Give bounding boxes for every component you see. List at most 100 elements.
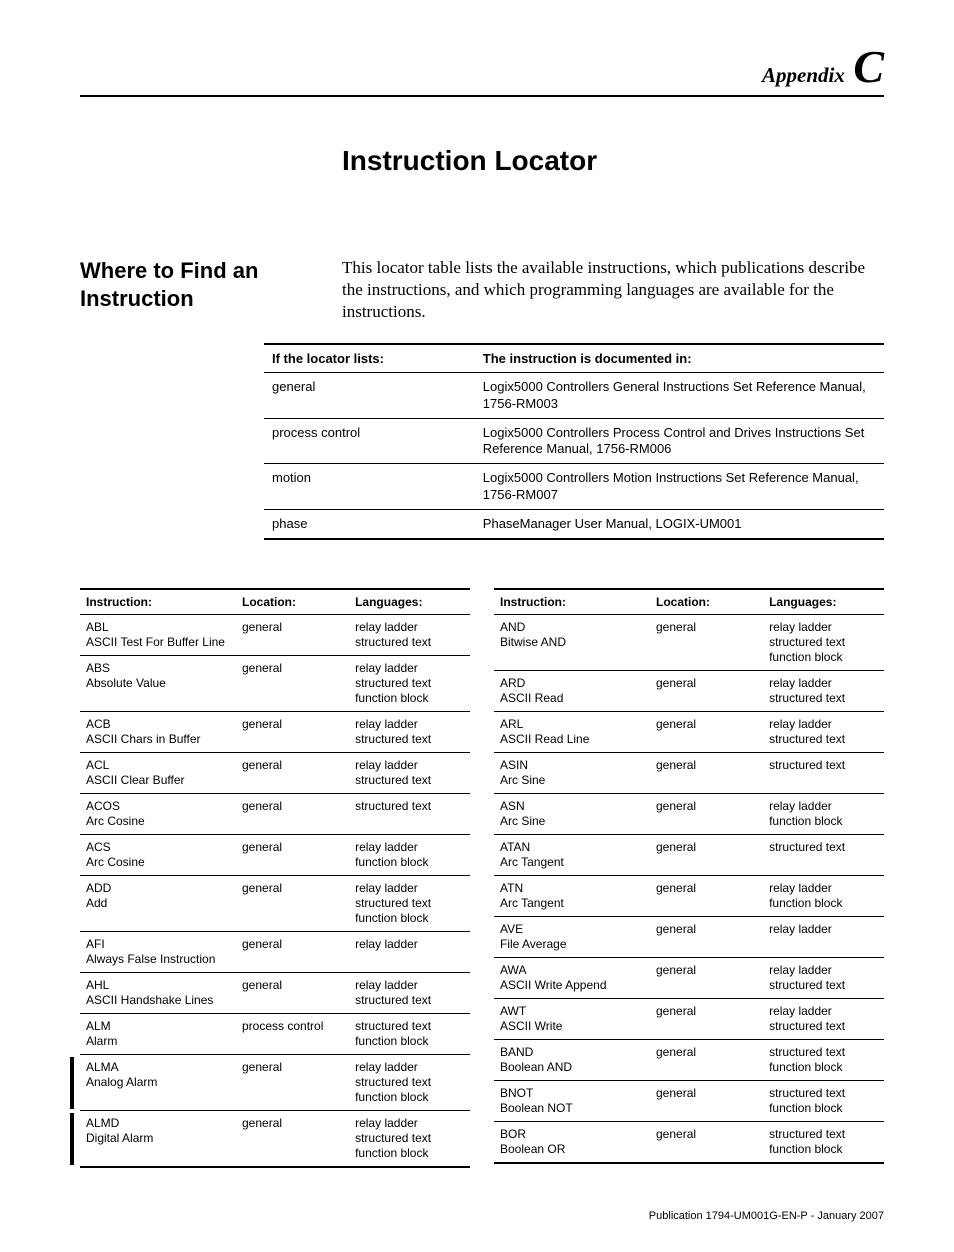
instruction-cell: ACL ASCII Clear Buffer bbox=[80, 753, 236, 794]
table-row: ATN Arc Tangentgeneralrelay ladder funct… bbox=[494, 876, 884, 917]
change-bar-icon bbox=[70, 1057, 74, 1109]
instruction-cell: ABS Absolute Value bbox=[80, 656, 236, 712]
languages-cell: relay ladder bbox=[349, 932, 470, 973]
locator-value: Logix5000 Controllers General Instructio… bbox=[475, 373, 884, 419]
location-cell: process control bbox=[236, 1014, 349, 1055]
publication-footer: Publication 1794-UM001G-EN-P - January 2… bbox=[80, 1210, 884, 1222]
instruction-cell: AWA ASCII Write Append bbox=[494, 958, 650, 999]
languages-cell: relay ladder structured text function bl… bbox=[349, 1055, 470, 1111]
locator-col2-header: The instruction is documented in: bbox=[475, 344, 884, 373]
table-row: ABL ASCII Test For Buffer Linegeneralrel… bbox=[80, 615, 470, 656]
instruction-cell: BOR Boolean OR bbox=[494, 1122, 650, 1164]
instruction-cell: ACS Arc Cosine bbox=[80, 835, 236, 876]
locator-value: Logix5000 Controllers Motion Instruction… bbox=[475, 464, 884, 510]
section-heading: Where to Find an Instruction bbox=[80, 257, 342, 323]
table-row: AVE File Averagegeneralrelay ladder bbox=[494, 917, 884, 958]
location-cell: general bbox=[650, 794, 763, 835]
instruction-cell: ALMD Digital Alarm bbox=[80, 1111, 236, 1168]
table-row: ASIN Arc Sinegeneralstructured text bbox=[494, 753, 884, 794]
languages-cell: structured text function block bbox=[763, 1040, 884, 1081]
locator-key: process control bbox=[264, 418, 475, 464]
languages-cell: relay ladder structured text bbox=[763, 671, 884, 712]
instruction-cell: ASN Arc Sine bbox=[494, 794, 650, 835]
instruction-cell: AND Bitwise AND bbox=[494, 615, 650, 671]
locator-key: general bbox=[264, 373, 475, 419]
table-row: ALM Alarmprocess controlstructured text … bbox=[80, 1014, 470, 1055]
instruction-table-left: Instruction: Location: Languages: ABL AS… bbox=[80, 588, 470, 1168]
instruction-cell: ADD Add bbox=[80, 876, 236, 932]
instruction-tables-row: Instruction: Location: Languages: ABL AS… bbox=[80, 588, 884, 1168]
languages-cell: relay ladder structured text bbox=[349, 973, 470, 1014]
location-cell: general bbox=[236, 932, 349, 973]
languages-cell: relay ladder structured text function bl… bbox=[349, 876, 470, 932]
instruction-cell: AFI Always False Instruction bbox=[80, 932, 236, 973]
table-row: ADD Addgeneralrelay ladder structured te… bbox=[80, 876, 470, 932]
languages-cell: structured text function block bbox=[763, 1081, 884, 1122]
locator-key: motion bbox=[264, 464, 475, 510]
languages-cell: relay ladder function block bbox=[349, 835, 470, 876]
chapter-title: Instruction Locator bbox=[342, 145, 884, 177]
locator-row: generalLogix5000 Controllers General Ins… bbox=[264, 373, 884, 419]
instr-header-instruction: Instruction: bbox=[494, 589, 650, 615]
table-row: ACB ASCII Chars in Buffergeneralrelay la… bbox=[80, 712, 470, 753]
languages-cell: relay ladder structured text bbox=[349, 712, 470, 753]
location-cell: general bbox=[236, 753, 349, 794]
intro-text: This locator table lists the available i… bbox=[342, 257, 884, 323]
instruction-cell: ASIN Arc Sine bbox=[494, 753, 650, 794]
table-row: ALMA Analog Alarmgeneralrelay ladder str… bbox=[80, 1055, 470, 1111]
languages-cell: structured text bbox=[763, 753, 884, 794]
instruction-cell: ACOS Arc Cosine bbox=[80, 794, 236, 835]
locator-lookup-table: If the locator lists: The instruction is… bbox=[264, 343, 884, 540]
table-row: ACOS Arc Cosinegeneralstructured text bbox=[80, 794, 470, 835]
languages-cell: structured text bbox=[349, 794, 470, 835]
table-row: AHL ASCII Handshake Linesgeneralrelay la… bbox=[80, 973, 470, 1014]
locator-col1-header: If the locator lists: bbox=[264, 344, 475, 373]
instruction-cell: AWT ASCII Write bbox=[494, 999, 650, 1040]
languages-cell: relay ladder structured text bbox=[349, 753, 470, 794]
locator-value: Logix5000 Controllers Process Control an… bbox=[475, 418, 884, 464]
instr-header-languages: Languages: bbox=[763, 589, 884, 615]
location-cell: general bbox=[650, 712, 763, 753]
left-table-wrap: Instruction: Location: Languages: ABL AS… bbox=[80, 588, 470, 1168]
location-cell: general bbox=[236, 615, 349, 656]
locator-value: PhaseManager User Manual, LOGIX-UM001 bbox=[475, 509, 884, 539]
languages-cell: structured text function block bbox=[763, 1122, 884, 1164]
instruction-cell: ALM Alarm bbox=[80, 1014, 236, 1055]
location-cell: general bbox=[650, 615, 763, 671]
instruction-cell: ALMA Analog Alarm bbox=[80, 1055, 236, 1111]
table-row: BNOT Boolean NOTgeneralstructured text f… bbox=[494, 1081, 884, 1122]
instruction-cell: ARL ASCII Read Line bbox=[494, 712, 650, 753]
location-cell: general bbox=[236, 794, 349, 835]
instr-header-languages: Languages: bbox=[349, 589, 470, 615]
table-row: BAND Boolean ANDgeneralstructured text f… bbox=[494, 1040, 884, 1081]
languages-cell: relay ladder bbox=[763, 917, 884, 958]
location-cell: general bbox=[236, 712, 349, 753]
instruction-cell: AVE File Average bbox=[494, 917, 650, 958]
appendix-header: Appendix C bbox=[80, 40, 884, 97]
languages-cell: structured text bbox=[763, 835, 884, 876]
instruction-cell: ATN Arc Tangent bbox=[494, 876, 650, 917]
table-row: ARL ASCII Read Linegeneralrelay ladder s… bbox=[494, 712, 884, 753]
location-cell: general bbox=[650, 958, 763, 999]
instruction-cell: AHL ASCII Handshake Lines bbox=[80, 973, 236, 1014]
location-cell: general bbox=[650, 876, 763, 917]
locator-row: motionLogix5000 Controllers Motion Instr… bbox=[264, 464, 884, 510]
location-cell: general bbox=[236, 876, 349, 932]
languages-cell: relay ladder structured text bbox=[763, 958, 884, 999]
table-row: ATAN Arc Tangentgeneralstructured text bbox=[494, 835, 884, 876]
table-row: ALMD Digital Alarmgeneralrelay ladder st… bbox=[80, 1111, 470, 1168]
location-cell: general bbox=[650, 671, 763, 712]
location-cell: general bbox=[650, 1040, 763, 1081]
languages-cell: structured text function block bbox=[349, 1014, 470, 1055]
locator-row: process controlLogix5000 Controllers Pro… bbox=[264, 418, 884, 464]
instruction-table-right: Instruction: Location: Languages: AND Bi… bbox=[494, 588, 884, 1164]
table-row: ASN Arc Sinegeneralrelay ladder function… bbox=[494, 794, 884, 835]
location-cell: general bbox=[650, 999, 763, 1040]
locator-row: phasePhaseManager User Manual, LOGIX-UM0… bbox=[264, 509, 884, 539]
languages-cell: relay ladder structured text function bl… bbox=[763, 615, 884, 671]
languages-cell: relay ladder structured text bbox=[763, 712, 884, 753]
location-cell: general bbox=[650, 1081, 763, 1122]
instr-header-location: Location: bbox=[650, 589, 763, 615]
instruction-cell: ACB ASCII Chars in Buffer bbox=[80, 712, 236, 753]
table-row: ACL ASCII Clear Buffergeneralrelay ladde… bbox=[80, 753, 470, 794]
